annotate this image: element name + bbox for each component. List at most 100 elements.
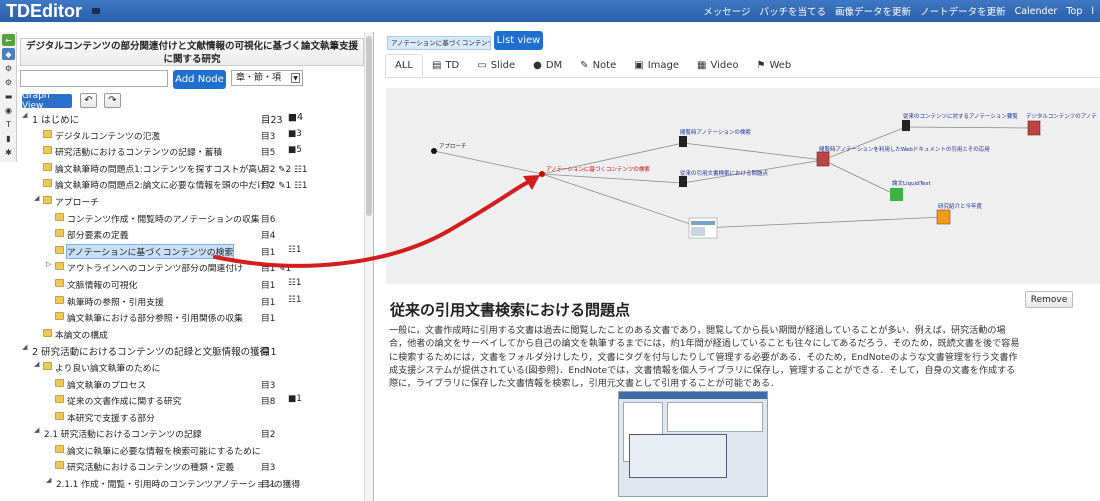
app-title[interactable]: TDEditor xyxy=(6,0,82,22)
tree-label[interactable]: 本論文の構成 xyxy=(55,328,108,341)
tree-label[interactable]: 研究活動におけるコンテンツの記録・蓄積 xyxy=(55,145,222,158)
tree-row[interactable]: ◢ 2.1 研究活動におけるコンテンツの記録 目2 xyxy=(18,425,368,442)
tree-label[interactable]: デジタルコンテンツの氾濫 xyxy=(55,129,160,142)
tree-row[interactable]: アノテーションに基づくコンテンツの検索 目1 ☷1 xyxy=(18,243,368,260)
note-icon[interactable] xyxy=(890,188,903,201)
tree-count: 目2 xyxy=(261,430,276,441)
tree-row[interactable]: コンテンツ作成・閲覧時のアノテーションの収集 目6 xyxy=(18,210,368,227)
document-icon[interactable] xyxy=(679,136,687,147)
tree-row[interactable]: 論文に執筆に必要な情報を検索可能にするために xyxy=(18,442,368,459)
tree-label[interactable]: 論文執筆における部分参照・引用関係の収集 xyxy=(67,311,243,324)
list-view-button[interactable]: List view xyxy=(494,31,543,50)
tree-row[interactable]: 文脈情報の可視化 目1 ☷1 xyxy=(18,276,368,293)
collapse-icon[interactable]: ◢ xyxy=(34,194,39,202)
collapse-icon[interactable]: ◢ xyxy=(34,360,39,368)
collapse-icon[interactable]: ◢ xyxy=(46,476,51,484)
tag-icon[interactable]: ◆ xyxy=(2,48,15,60)
config-icon[interactable]: ✱ xyxy=(2,146,15,158)
outline-scrollbar[interactable] xyxy=(364,32,373,501)
tree-row[interactable]: デジタルコンテンツの氾濫 目3 ■3 xyxy=(18,127,368,144)
undo-arrow-icon[interactable]: ↶ xyxy=(80,93,97,108)
tree-row[interactable]: 論文執筆における部分参照・引用関係の収集 目1 xyxy=(18,309,368,326)
collapse-icon[interactable]: ◢ xyxy=(22,111,27,119)
document-icon[interactable]: ▮ xyxy=(2,132,15,144)
tab-image[interactable]: ▣ Image xyxy=(625,54,688,77)
tree-label[interactable]: 論文執筆時の問題点1:コンテンツを探すコストが高い xyxy=(55,162,266,175)
redo-arrow-icon[interactable]: ↷ xyxy=(104,93,121,108)
topnav-item[interactable]: パッチを当てる xyxy=(760,4,827,18)
tree-row[interactable]: ◢ 1 はじめに 目23 ■4 xyxy=(18,110,368,127)
topnav-item[interactable]: ノートデータを更新 xyxy=(920,4,1006,18)
tree-row[interactable]: 本研究で支援する部分 xyxy=(18,409,368,426)
tree-label[interactable]: 研究活動におけるコンテンツの種類・定義 xyxy=(67,460,234,473)
tree-row[interactable]: ◢ 2 研究活動におけるコンテンツの記録と文脈情報の獲得 目1 xyxy=(18,342,368,359)
topnav-item[interactable]: 画像データを更新 xyxy=(835,4,911,18)
topnav-item[interactable]: メッセージ xyxy=(703,4,750,18)
text-icon[interactable]: T xyxy=(2,118,15,130)
tree-row[interactable]: ◢ アプローチ xyxy=(18,193,368,210)
tree-label[interactable]: アノテーションに基づくコンテンツの検索 xyxy=(65,243,235,259)
collapse-icon[interactable]: ◢ xyxy=(34,426,39,434)
tree-label[interactable]: 本研究で支援する部分 xyxy=(67,411,155,424)
tab-td[interactable]: ▤ TD xyxy=(423,54,468,77)
tree-label[interactable]: 論文執筆時の問題点2:論文に必要な情報を頭の中だけで xyxy=(55,178,275,191)
document-icon[interactable] xyxy=(679,176,687,187)
tree-label[interactable]: 論文執筆のプロセス xyxy=(67,378,146,391)
tree-label[interactable]: 文脈情報の可視化 xyxy=(67,278,137,291)
gear-icon[interactable]: ⚙ xyxy=(2,76,15,88)
tree-row[interactable]: 論文執筆時の問題点2:論文に必要な情報を頭の中だけで 目2 ✎1 ☷1 xyxy=(18,176,368,193)
tree-row[interactable]: 本論文の構成 xyxy=(18,326,368,343)
back-arrow-icon[interactable]: ← xyxy=(2,34,15,46)
tree-row[interactable]: 執筆時の参照・引用支援 目1 ☷1 xyxy=(18,293,368,310)
tab-video[interactable]: ▦ Video xyxy=(688,54,747,77)
tree-label[interactable]: アプローチ xyxy=(55,195,99,208)
tree-row[interactable]: 研究活動におけるコンテンツの種類・定義 目3 xyxy=(18,458,368,475)
graph-view-button[interactable]: Graph View xyxy=(22,91,72,111)
topnav-item[interactable]: Calender xyxy=(1015,6,1058,17)
tab-slide[interactable]: ▭ Slide xyxy=(468,54,524,77)
collapse-icon[interactable]: ◢ xyxy=(22,343,27,351)
selected-node-chip[interactable]: アノテーションに基づくコンテンツの検索 xyxy=(387,36,491,50)
folder-icon[interactable]: ▬ xyxy=(2,90,15,102)
tree-label[interactable]: 執筆時の参照・引用支援 xyxy=(67,295,164,308)
node-search-dot[interactable] xyxy=(539,171,545,177)
slide-icon[interactable] xyxy=(816,151,830,167)
settings-icon[interactable]: ⚙ xyxy=(2,62,15,74)
eye-icon[interactable]: ◉ xyxy=(2,104,15,116)
tree-count: 目2 ✎1 ☷1 xyxy=(261,181,308,192)
tree-label[interactable]: 部分要素の定義 xyxy=(67,228,129,241)
tree-label[interactable]: より良い論文執筆のために xyxy=(55,361,160,374)
add-node-button[interactable]: Add Node xyxy=(173,70,226,89)
tree-row[interactable]: ◢ 2.1.1 作成・閲覧・引用時のコンテンツアノテーションの獲得 目1 xyxy=(18,475,368,492)
scrollbar-thumb[interactable] xyxy=(366,36,372,216)
tree-label[interactable]: 2.1 研究活動におけるコンテンツの記録 xyxy=(44,427,202,440)
expand-icon[interactable]: ▷ xyxy=(46,260,51,268)
tree-row[interactable]: 部分要素の定義 目4 xyxy=(18,226,368,243)
slide-icon[interactable] xyxy=(936,209,951,225)
tree-row[interactable]: 従来の文書作成に関する研究 目8 ■1 xyxy=(18,392,368,409)
node-approach-dot[interactable] xyxy=(431,148,437,154)
tab-all[interactable]: ALL xyxy=(385,54,423,77)
topnav-item[interactable]: Top xyxy=(1066,6,1082,17)
tree-row[interactable]: 論文執筆のプロセス 目3 xyxy=(18,376,368,393)
tree-label[interactable]: 論文に執筆に必要な情報を検索可能にするために xyxy=(67,444,261,457)
tree-label[interactable]: 2 研究活動におけるコンテンツの記録と文脈情報の獲得 xyxy=(32,344,269,358)
slide-icon[interactable] xyxy=(1027,120,1041,136)
tree-row[interactable]: 研究活動におけるコンテンツの記録・蓄積 目5 ■5 xyxy=(18,143,368,160)
node-input[interactable] xyxy=(20,70,168,87)
tree-row[interactable]: ◢ より良い論文執筆のために xyxy=(18,359,368,376)
tree-label[interactable]: 1 はじめに xyxy=(32,112,79,126)
tree-row[interactable]: ▷ アウトラインへのコンテンツ部分の関連付け 目1 ✎1 xyxy=(18,259,368,276)
tree-label[interactable]: コンテンツ作成・閲覧時のアノテーションの収集 xyxy=(67,212,260,225)
topnav-item[interactable]: l xyxy=(1091,6,1094,17)
tab-note[interactable]: ✎ Note xyxy=(571,54,625,77)
tree-label[interactable]: アウトラインへのコンテンツ部分の関連付け xyxy=(67,261,243,274)
tree-row[interactable]: 論文執筆時の問題点1:コンテンツを探すコストが高い 目2 ✎2 ☷1 xyxy=(18,160,368,177)
remove-button[interactable]: Remove xyxy=(1025,291,1073,308)
tab-web[interactable]: ⚑ Web xyxy=(748,54,801,77)
tab-dm[interactable]: ● DM xyxy=(524,54,571,77)
tree-label[interactable]: 従来の文書作成に関する研究 xyxy=(67,394,181,407)
document-icon[interactable] xyxy=(902,120,910,131)
level-select[interactable]: 章・節・項 ▼ xyxy=(231,70,303,86)
relation-graph[interactable]: アプローチ アノテーションに基づくコンテンツの検索 閲覧時アノテーションの検索 … xyxy=(386,88,1100,284)
